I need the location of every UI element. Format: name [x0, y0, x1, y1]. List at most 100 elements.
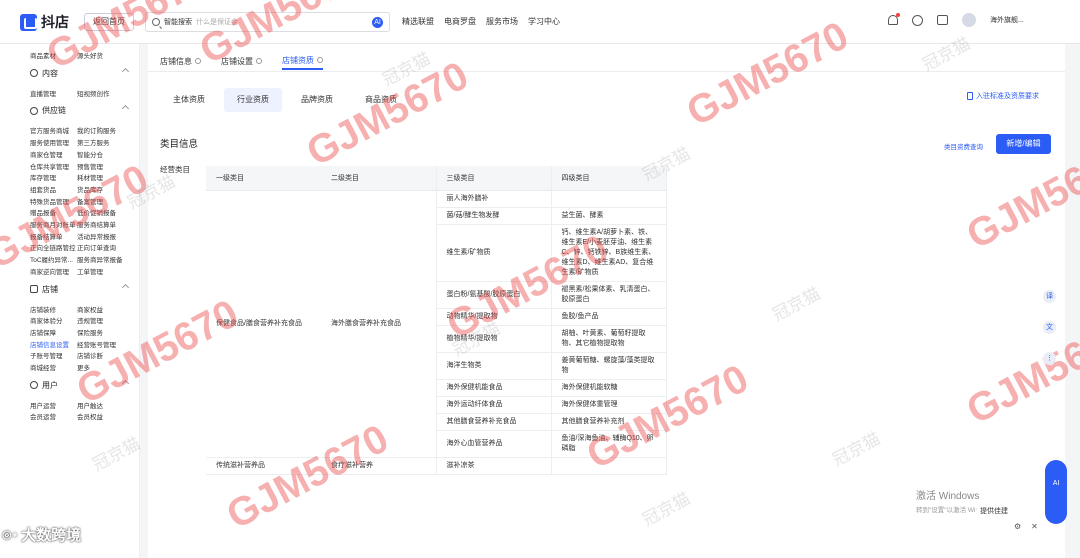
sidebar-item[interactable]: 库存管理 [30, 172, 72, 182]
sidebar-item[interactable]: 商家仓管理 [30, 149, 72, 159]
sidebar-item[interactable]: 低价促销报备 [77, 207, 119, 217]
tab-2[interactable]: 店铺设置 [221, 52, 262, 70]
sidebar-item[interactable]: 子账号管理 [30, 350, 72, 360]
ai-label: AI [1052, 480, 1060, 487]
settings-icon[interactable]: ⚙ [1014, 522, 1021, 531]
level4-cell: 褪黑素/松果体素、乳清蛋白、胶原蛋白 [550, 281, 667, 309]
feedback-button[interactable]: 提供佳建 [976, 504, 1012, 518]
top-nav: 精选联盟 电商罗盘 服务市场 学习中心 [402, 16, 560, 27]
sidebar-item[interactable]: 店铺保障 [30, 327, 72, 337]
level3-cell: 海外保健机能食品 [435, 379, 551, 397]
sidebar-item[interactable]: 店铺信息设置 [30, 339, 72, 349]
sidebar-section-header[interactable]: 内容 [30, 67, 130, 79]
sidebar-item[interactable]: 服务商异常报备 [77, 254, 123, 264]
sidebar-row: 报备结算单 活动异常报报 [30, 231, 119, 241]
sidebar-item[interactable]: 商城经营 [30, 362, 72, 372]
tab-3[interactable]: 店铺资质 [282, 52, 323, 70]
sidebar-item[interactable]: 违规管理 [77, 315, 119, 325]
sidebar-item[interactable]: 经营账号管理 [77, 339, 119, 349]
notification-bell-icon[interactable] [888, 13, 900, 25]
sidebar-item[interactable]: 服务使用管理 [30, 137, 72, 147]
sidebar-item[interactable]: 仓库共享管理 [30, 161, 72, 171]
sidebar-section-header[interactable]: 供应链 [30, 105, 130, 116]
sidebar-item[interactable]: 工单管理 [77, 266, 119, 276]
subtab-2[interactable]: 行业资质 [224, 88, 282, 112]
tab-1[interactable]: 店铺信息 [160, 52, 201, 70]
subtab-4[interactable]: 商品资质 [352, 88, 410, 112]
sidebar-item[interactable]: 直播管理 [30, 88, 72, 98]
sidebar-item[interactable]: 服务商结算单 [77, 219, 119, 229]
sidebar-item[interactable]: 店铺诊断 [77, 350, 119, 360]
sidebar-item[interactable]: 赠品报备 [30, 207, 72, 217]
accessibility-icon[interactable]: 文 [1043, 321, 1056, 334]
sidebar-section-header[interactable]: 店铺 [30, 283, 130, 295]
sidebar-item[interactable]: 短视频创作 [77, 88, 119, 98]
chevron-up-icon[interactable] [121, 379, 130, 387]
sidebar-item[interactable]: 官方服务商城 [30, 125, 72, 135]
sidebar-item[interactable]: 用户触达 [77, 400, 119, 410]
ai-assistant-icon[interactable]: AI [372, 17, 383, 28]
section-title: 用户 [42, 380, 58, 390]
sidebar-row: 特殊货品管理 备案管理 [30, 196, 119, 206]
sidebar-item[interactable]: 报备结算单 [30, 231, 72, 241]
search-label: 智能搜索 [164, 19, 192, 26]
sidebar-row: 商城经营 更多 [30, 362, 119, 372]
category-fee-query-link[interactable]: 类目资费查询 [944, 141, 983, 151]
top-nav-item[interactable]: 精选联盟 [402, 16, 434, 27]
add-edit-button[interactable]: 新增/编辑 [996, 134, 1051, 154]
translate-icon[interactable]: 译 [1043, 290, 1056, 303]
chevron-up-icon[interactable] [121, 67, 130, 75]
level4-cell: 海外保健机能软糖 [550, 379, 667, 397]
sidebar-item[interactable]: 商家体验分 [30, 315, 72, 325]
entry-standard-link-label: 入驻标准及资质要求 [976, 93, 1039, 100]
info-icon [195, 58, 201, 64]
level4-cell: 其他膳食营养补充剂 [550, 413, 667, 431]
chevron-up-icon[interactable] [121, 283, 130, 291]
top-nav-item[interactable]: 电商罗盘 [444, 16, 476, 27]
sidebar-item[interactable]: 正向订单查询 [77, 242, 119, 252]
sidebar-item[interactable]: 源头好货 [77, 50, 119, 60]
sidebar-item[interactable]: 商家逆向管理 [30, 266, 72, 276]
sidebar-item[interactable]: 活动异常报报 [77, 231, 119, 241]
avatar[interactable] [962, 13, 976, 27]
sidebar-item[interactable]: 会员运营 [30, 411, 72, 421]
sidebar-item[interactable]: 更多 [77, 362, 119, 372]
smart-search-input[interactable]: 智能搜索 什么是保证金 AI [145, 12, 390, 32]
sidebar-item[interactable]: 商品素材 [30, 50, 72, 60]
sidebar-row: 正向全链路管控 正向订单查询 [30, 242, 119, 252]
sidebar-section-header[interactable]: 用户 [30, 379, 130, 391]
entry-standard-link[interactable]: 入驻标准及资质要求 [967, 91, 1039, 101]
sidebar-item[interactable]: 货品库存 [77, 184, 119, 194]
chevron-up-icon[interactable] [121, 105, 130, 113]
subtab-3[interactable]: 品牌资质 [288, 88, 346, 112]
sidebar-item[interactable]: 用户运营 [30, 400, 72, 410]
sidebar-item[interactable]: 第三方服务 [77, 137, 119, 147]
username[interactable]: 海外旗舰... [990, 15, 1024, 25]
subtab-1[interactable]: 主体资质 [160, 88, 218, 112]
sidebar-item[interactable]: 商家权益 [77, 304, 119, 314]
sidebar-item[interactable]: 备案管理 [77, 196, 119, 206]
sidebar-item[interactable]: 会员权益 [77, 411, 119, 421]
sidebar-item[interactable]: 店铺装修 [30, 304, 72, 314]
sidebar-item[interactable]: 智能分仓 [77, 149, 119, 159]
sidebar-item[interactable]: 服务商月对账单 [30, 219, 76, 229]
help-icon[interactable] [912, 14, 923, 26]
top-nav-item[interactable]: 服务市场 [486, 16, 518, 27]
sidebar-item[interactable]: ToC履约异常... [30, 254, 73, 264]
store-icon[interactable] [937, 15, 948, 25]
sidebar-item[interactable]: 正向全链路管控 [30, 242, 76, 252]
sidebar-item[interactable]: 特殊货品管理 [30, 196, 72, 206]
sidebar-item[interactable]: 我的订购服务 [77, 125, 119, 135]
sidebar-item[interactable]: 预售管理 [77, 161, 119, 171]
share-icon[interactable]: ⋮ [1043, 352, 1056, 365]
sidebar-item[interactable]: 组套货品 [30, 184, 72, 194]
top-nav-item[interactable]: 学习中心 [528, 16, 560, 27]
level4-cell: 胡柚、叶黄素、葡萄籽提取物、其它植物提取物 [550, 325, 667, 353]
level3-cell: 维生素/矿物质 [435, 224, 551, 282]
close-icon[interactable]: ✕ [1031, 522, 1038, 531]
sidebar-item[interactable]: 保险服务 [77, 327, 119, 337]
return-home-button[interactable]: 返回首页 [84, 13, 134, 31]
sidebar-item[interactable]: 耗材管理 [77, 172, 119, 182]
app-logo[interactable]: 抖店 [20, 12, 69, 32]
ai-assistant-bubble[interactable]: AI [1045, 460, 1067, 524]
